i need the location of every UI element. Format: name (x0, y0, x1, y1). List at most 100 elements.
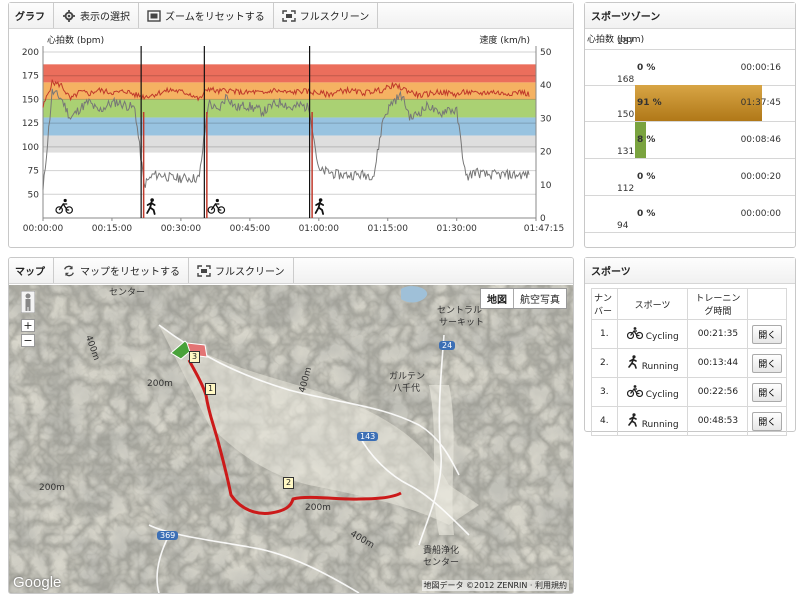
road-shield: 369 (157, 531, 179, 540)
cycling-icon (626, 326, 643, 342)
y-tick-label: 200 (22, 48, 39, 58)
sport-number: 4. (591, 406, 618, 436)
y-tick-label: 125 (22, 119, 39, 129)
select-view-label: 表示の選択 (80, 12, 130, 23)
open-sport-button[interactable]: 開く (752, 324, 783, 344)
sport-duration: 00:13:44 (687, 348, 749, 378)
map-fullscreen-button[interactable]: フルスクリーン (189, 258, 294, 283)
sport-row: 3. Cycling 00:22:56 開く (591, 377, 787, 407)
zone-lower-bound: 112 (617, 184, 635, 194)
y2-tick-label: 0 (540, 214, 546, 224)
x-tick-label: 01:47:15 (524, 224, 564, 234)
hr-speed-chart[interactable]: 20017515012510075505040302010000:00:00 00… (9, 30, 573, 248)
sport-name-cell: Running (616, 406, 689, 436)
zoom-control: + − (21, 317, 39, 347)
map-canvas[interactable]: センター セントラル サーキット ガルテン 八千代 貴船浄化 センター 400m… (9, 285, 573, 593)
zone-row: 94 0 % 00:00:00 (585, 196, 795, 233)
zone-percent: 91 % (637, 98, 662, 108)
reset-map-label: マップをリセットする (80, 267, 180, 278)
elevation-label: 200m (305, 503, 331, 513)
y2-tick-label: 30 (540, 114, 552, 124)
zone-row: 150 91 % 01:37:45 (585, 85, 795, 122)
y2-tick-label: 10 (540, 181, 552, 191)
cycling-icon (626, 384, 643, 400)
zone-row: 131 8 % 00:08:46 (585, 122, 795, 159)
y-tick-label: 100 (22, 143, 39, 153)
zone-time: 00:00:00 (740, 209, 781, 219)
sport-row: 4. Running 00:48:53 開く (591, 406, 787, 436)
map-label-plant-2: センター (423, 558, 460, 568)
x-tick-label: 00:00:00 (23, 224, 64, 234)
sport-name: Running (641, 419, 679, 430)
select-view-button[interactable]: 表示の選択 (54, 3, 139, 28)
sport-action-cell: 開く (747, 377, 787, 407)
sport-number: 1. (591, 319, 618, 349)
zone-time: 00:00:16 (740, 63, 781, 73)
sport-name: Cycling (645, 389, 679, 400)
sport-duration: 00:22:56 (687, 377, 749, 407)
col-number-header: ナン バー (591, 288, 618, 320)
y2-tick-label: 50 (540, 48, 552, 58)
zone-row: 112 0 % 00:00:20 (585, 159, 795, 196)
google-logo: Google (13, 574, 62, 591)
sport-number: 2. (591, 348, 618, 378)
y2-tick-label: 20 (540, 148, 552, 158)
map-label-circuit-2: サーキット (439, 318, 485, 328)
map-attribution[interactable]: 地図データ ©2012 ZENRIN · 利用規約 (421, 580, 569, 591)
x-tick-label: 00:30:00 (161, 224, 202, 234)
zoom-out-button[interactable]: − (21, 334, 35, 347)
graph-title: グラフ (15, 3, 54, 28)
col-time-header: トレーニン グ時間 (687, 288, 749, 320)
zoom-in-button[interactable]: + (21, 319, 35, 332)
sport-name-cell: Running (616, 348, 689, 378)
map-type-map-button[interactable]: 地図 (481, 289, 513, 308)
fullscreen-icon (197, 264, 211, 277)
running-icon (627, 354, 639, 372)
sport-duration: 00:48:53 (687, 406, 749, 436)
cycling-icon (207, 198, 226, 214)
map-panel: マップ マップをリセットする フルスクリーン センター セントラル サーキット … (8, 257, 574, 594)
reset-zoom-button[interactable]: ズームをリセットする (139, 3, 274, 28)
sport-action-cell: 開く (747, 406, 787, 436)
zone-row: 168 187 0 % 00:00:16 (585, 37, 795, 86)
zone-time: 00:00:20 (740, 172, 781, 182)
zone-upper-bound: 187 (617, 37, 635, 47)
zone-time: 01:37:45 (740, 98, 781, 108)
running-icon (627, 412, 639, 430)
reset-map-button[interactable]: マップをリセットする (54, 258, 189, 283)
sport-action-cell: 開く (747, 348, 787, 378)
open-sport-button[interactable]: 開く (752, 353, 783, 373)
road-shield: 143 (357, 432, 379, 441)
y-tick-label: 175 (22, 72, 39, 82)
zone-band (43, 117, 536, 136)
map-label-garden-2: 八千代 (393, 384, 421, 394)
graph-fullscreen-button[interactable]: フルスクリーン (274, 3, 379, 28)
lap-marker[interactable]: 1 (205, 383, 216, 395)
running-icon (314, 198, 325, 215)
zone-lower-bound: 168 (617, 75, 635, 85)
zone-percent: 8 % (637, 135, 656, 145)
zone-time: 00:08:46 (740, 135, 781, 145)
sport-action-cell: 開く (747, 319, 787, 349)
zone-lower-bound: 131 (617, 147, 635, 157)
lap-marker[interactable]: 2 (283, 477, 294, 489)
lap-marker[interactable]: 3 (189, 351, 200, 363)
gear-icon (63, 9, 75, 22)
reset-zoom-label: ズームをリセットする (165, 12, 265, 23)
zone-lower-bound: 94 (617, 221, 629, 231)
open-sport-button[interactable]: 開く (752, 382, 783, 402)
x-tick-label: 01:30:00 (436, 224, 477, 234)
zone-percent: 0 % (637, 209, 656, 219)
sport-row: 1. Cycling 00:21:35 開く (591, 319, 787, 349)
pegman-icon[interactable] (21, 291, 35, 313)
graph-fullscreen-label: フルスクリーン (299, 12, 370, 23)
col-sport-header: スポーツ (616, 288, 689, 320)
y-tick-label: 50 (28, 190, 40, 200)
open-sport-button[interactable]: 開く (752, 411, 783, 431)
terrain-layer (9, 285, 573, 593)
col-action-header (747, 288, 787, 320)
road-shield: 24 (439, 341, 456, 350)
elevation-label: 200m (39, 483, 65, 493)
x-tick-label: 00:15:00 (92, 224, 133, 234)
map-type-satellite-button[interactable]: 航空写真 (513, 289, 566, 308)
